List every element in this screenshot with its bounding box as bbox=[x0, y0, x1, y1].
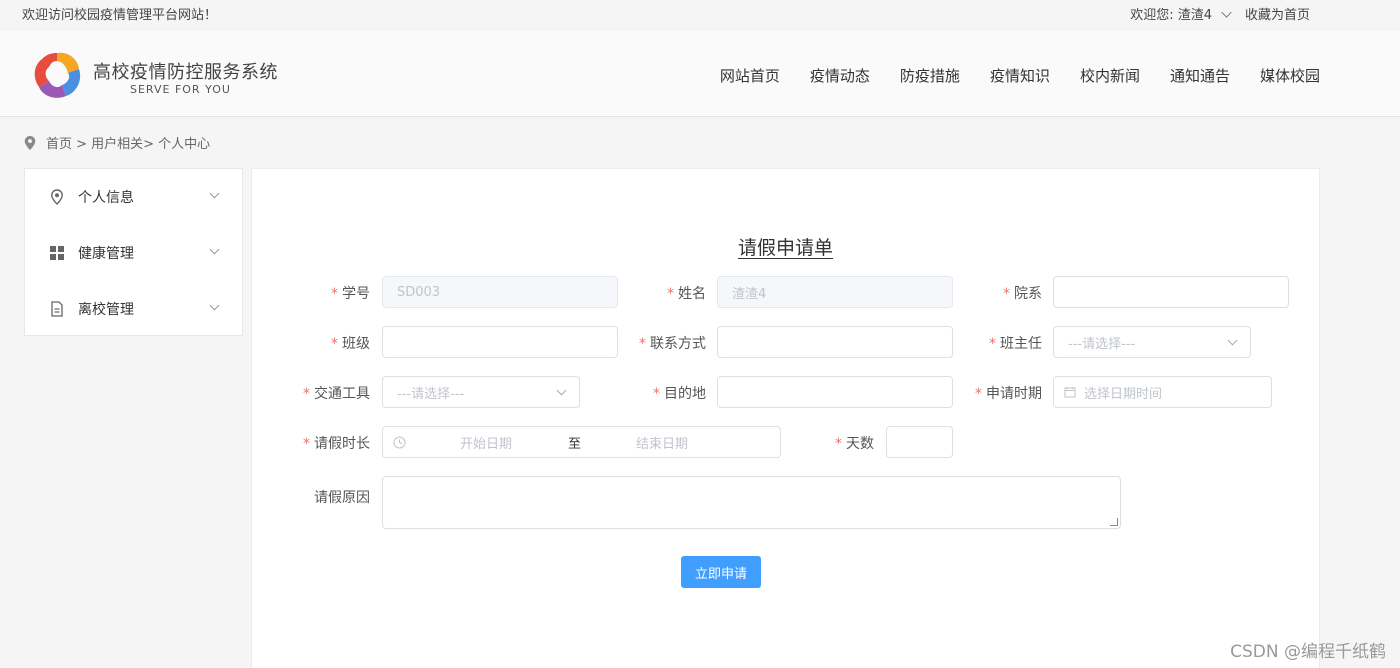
nav-prevention[interactable]: 防疫措施 bbox=[900, 65, 960, 86]
reason-label: 请假原因 bbox=[314, 490, 370, 506]
site-header: 高校疫情防控服务系统 SERVE FOR YOU 网站首页 疫情动态 防疫措施 … bbox=[0, 31, 1400, 117]
nav-media[interactable]: 媒体校园 bbox=[1260, 65, 1320, 86]
user-greeting: 欢迎您: 渣渣4 bbox=[1130, 8, 1212, 23]
top-bar-right: 欢迎您: 渣渣4 收藏为首页 bbox=[1130, 4, 1310, 23]
end-date-input[interactable]: 结束日期 bbox=[636, 433, 688, 452]
range-separator: 至 bbox=[568, 436, 582, 452]
location-pin-icon bbox=[24, 135, 36, 150]
nav-campus-news[interactable]: 校内新闻 bbox=[1080, 65, 1140, 86]
main-nav: 网站首页 疫情动态 防疫措施 疫情知识 校内新闻 通知通告 媒体校园 bbox=[690, 65, 1320, 86]
form-title: 请假申请单 bbox=[737, 237, 833, 259]
leave-duration-label: * 请假时长 bbox=[303, 436, 370, 452]
start-date-input[interactable]: 开始日期 bbox=[460, 433, 512, 452]
sidebar-item-personal-info[interactable]: 个人信息 bbox=[25, 169, 242, 225]
nav-notices[interactable]: 通知通告 bbox=[1170, 65, 1230, 86]
destination-label: * 目的地 bbox=[653, 386, 706, 402]
top-bar: 欢迎访问校园疫情管理平台网站！ 欢迎您: 渣渣4 收藏为首页 bbox=[0, 0, 1400, 28]
class-label: * 班级 bbox=[331, 336, 370, 352]
days-input[interactable] bbox=[886, 426, 953, 458]
sidebar-item-health[interactable]: 健康管理 bbox=[25, 225, 242, 281]
breadcrumb-text[interactable]: 首页 > 用户相关> 个人中心 bbox=[46, 133, 210, 152]
sidebar-item-label: 离校管理 bbox=[78, 302, 134, 318]
sidebar-menu: 个人信息 健康管理 离校管理 bbox=[24, 168, 243, 336]
site-subtitle: SERVE FOR YOU bbox=[130, 83, 231, 96]
submit-button[interactable]: 立即申请 bbox=[681, 556, 761, 588]
sidebar-item-label: 个人信息 bbox=[78, 190, 134, 206]
transport-label: * 交通工具 bbox=[303, 386, 370, 402]
logo-icon bbox=[34, 52, 81, 98]
contact-label: * 联系方式 bbox=[639, 336, 706, 352]
class-input[interactable] bbox=[382, 326, 618, 358]
reason-textarea[interactable] bbox=[382, 476, 1121, 529]
chevron-down-icon bbox=[556, 385, 567, 396]
nav-knowledge[interactable]: 疫情知识 bbox=[990, 65, 1050, 86]
contact-input[interactable] bbox=[717, 326, 953, 358]
apply-time-label: * 申请时期 bbox=[975, 386, 1042, 402]
head-teacher-select[interactable]: ---请选择--- bbox=[1053, 326, 1251, 358]
sidebar-item-label: 健康管理 bbox=[78, 246, 134, 262]
calendar-icon bbox=[1064, 387, 1076, 398]
student-id-input[interactable]: SD003 bbox=[382, 276, 618, 308]
department-input[interactable] bbox=[1053, 276, 1289, 308]
favorite-link[interactable]: 收藏为首页 bbox=[1245, 4, 1310, 23]
transport-select[interactable]: ---请选择--- bbox=[382, 376, 580, 408]
chevron-down-icon bbox=[209, 244, 220, 255]
name-label: * 姓名 bbox=[667, 286, 706, 302]
leave-form-panel: 请假申请单 * 学号 SD003 * 姓名 渣渣4 * 院系 * 班级 * 联系方式 * 班… bbox=[251, 168, 1320, 668]
chevron-down-icon bbox=[1221, 6, 1232, 18]
student-id-label: * 学号 bbox=[331, 286, 370, 302]
location-icon bbox=[51, 189, 63, 205]
name-input[interactable]: 渣渣4 bbox=[717, 276, 953, 308]
grid-icon bbox=[50, 246, 64, 260]
destination-input[interactable] bbox=[717, 376, 953, 408]
nav-epidemic-news[interactable]: 疫情动态 bbox=[810, 65, 870, 86]
sidebar-item-leave[interactable]: 离校管理 bbox=[25, 281, 242, 337]
site-title: 高校疫情防控服务系统 bbox=[93, 62, 278, 83]
watermark-text: CSDN @编程千纸鹤 bbox=[1230, 642, 1386, 662]
chevron-down-icon bbox=[209, 300, 220, 311]
resize-handle-icon[interactable] bbox=[1110, 518, 1118, 526]
document-icon bbox=[51, 301, 63, 317]
days-label: * 天数 bbox=[835, 436, 874, 452]
breadcrumb: 首页 > 用户相关> 个人中心 bbox=[24, 133, 210, 152]
welcome-text: 欢迎访问校园疫情管理平台网站！ bbox=[22, 8, 218, 23]
department-label: * 院系 bbox=[1003, 286, 1042, 302]
apply-time-picker[interactable]: 选择日期时间 bbox=[1053, 376, 1272, 408]
clock-icon bbox=[393, 436, 406, 448]
nav-home[interactable]: 网站首页 bbox=[720, 65, 780, 86]
leave-duration-range-picker[interactable]: 开始日期 至 结束日期 bbox=[382, 426, 781, 458]
head-teacher-label: * 班主任 bbox=[989, 336, 1042, 352]
chevron-down-icon bbox=[209, 188, 220, 199]
chevron-down-icon bbox=[1227, 335, 1238, 346]
user-menu[interactable]: 欢迎您: 渣渣4 bbox=[1130, 4, 1245, 23]
